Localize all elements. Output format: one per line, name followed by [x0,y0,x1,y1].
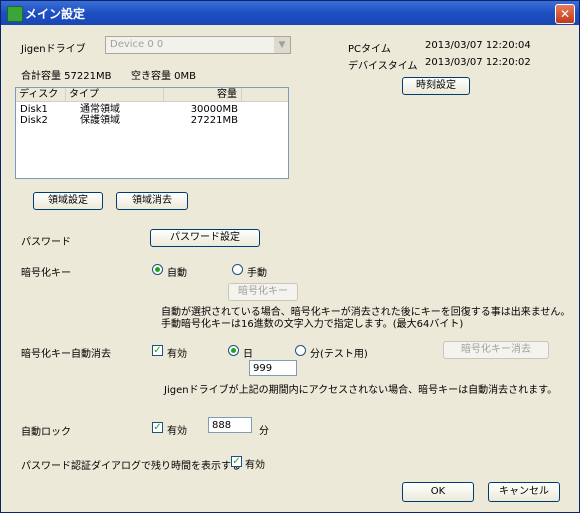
area-setting-button[interactable]: 領域設定 [33,192,103,210]
enc-key-note-2: 手動暗号化キーは16進数の文字入力で指定します。(最大64バイト) [161,319,464,330]
app-icon [7,6,23,22]
disk-type: 保護領域 [80,115,120,126]
free-capacity: 空き容量 0MB [131,71,197,82]
column-header-disk[interactable]: ディスク [16,88,66,102]
remaining-time-checkbox[interactable]: ✓ [231,456,242,467]
auto-lock-unit: 分 [259,426,269,437]
device-time-label: デバイスタイム [348,61,418,72]
drive-select[interactable]: Device 0 0 ▼ [105,36,291,54]
column-header-filler [242,88,288,102]
enc-key-erase-button[interactable]: 暗号化キー消去 [443,341,549,359]
auto-erase-checkbox[interactable]: ✓ [152,345,163,356]
chevron-down-icon[interactable]: ▼ [274,37,290,53]
auto-erase-day-radio[interactable] [228,345,239,356]
auto-lock-label: 自動ロック [21,427,71,438]
column-header-type[interactable]: タイプ [66,88,164,102]
auto-erase-label: 暗号化キー自動消去 [21,349,111,360]
auto-erase-period-input[interactable]: 999 [249,360,297,376]
password-label: パスワード [21,237,71,248]
disk-name: Disk2 [20,115,48,126]
close-button[interactable]: ✕ [555,4,575,24]
auto-erase-note: Jigenドライブが上記の期間内にアクセスされない場合、暗号キーは自動消去されま… [164,385,558,396]
remaining-time-label: パスワード認証ダイアログで残り時間を表示する [21,461,241,472]
total-capacity: 合計容量 57221MB [21,71,112,82]
auto-erase-minute-label[interactable]: 分(テスト用) [310,345,368,360]
auto-lock-minutes-input[interactable]: 888 [208,417,252,433]
drive-select-value: Device 0 0 [110,39,164,50]
cancel-button[interactable]: キャンセル [488,482,560,502]
auto-lock-checkbox[interactable]: ✓ [152,422,163,433]
enc-key-manual-label[interactable]: 手動 [247,264,267,279]
title-bar[interactable]: メイン設定 ✕ [1,1,579,25]
disk-capacity: 27221MB [190,115,238,126]
column-header-capacity[interactable]: 容量 [164,88,242,102]
remaining-time-enabled-label[interactable]: 有効 [245,456,265,471]
set-time-button[interactable]: 時刻設定 [402,77,470,95]
password-setting-button[interactable]: パスワード設定 [150,229,260,247]
enc-key-auto-label[interactable]: 自動 [167,264,187,279]
auto-erase-minute-radio[interactable] [295,345,306,356]
main-settings-window: メイン設定 ✕ Jigenドライブ Device 0 0 ▼ 合計容量 5722… [0,0,580,513]
enc-key-label: 暗号化キー [21,268,71,279]
enc-key-button[interactable]: 暗号化キー [228,283,298,301]
ok-button[interactable]: OK [402,482,474,502]
window-title: メイン設定 [25,7,86,21]
auto-erase-enabled-label[interactable]: 有効 [167,345,187,360]
pc-time-label: PCタイム [348,44,391,55]
disk-list[interactable]: ディスク タイプ 容量 Disk1 通常領域 30000MB Disk2 保護領… [15,87,289,179]
auto-erase-day-label[interactable]: 日 [243,345,253,360]
drive-label: Jigenドライブ [21,44,86,55]
enc-key-manual-radio[interactable] [232,264,243,275]
auto-lock-enabled-label[interactable]: 有効 [167,422,187,437]
device-time-value: 2013/03/07 12:20:02 [425,57,531,68]
enc-key-auto-radio[interactable] [152,264,163,275]
area-erase-button[interactable]: 領域消去 [116,192,188,210]
pc-time-value: 2013/03/07 12:20:04 [425,40,531,51]
